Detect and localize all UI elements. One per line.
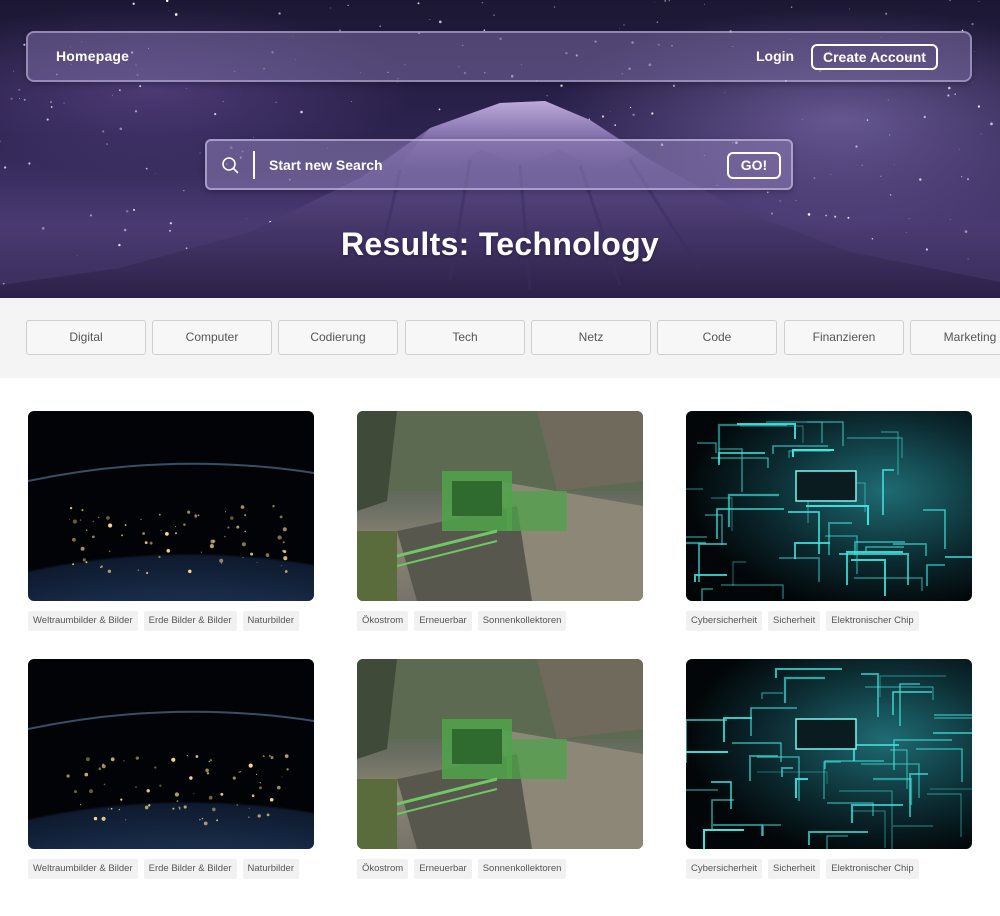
category-chip[interactable]: Netz [531,320,651,355]
tag[interactable]: Naturbilder [242,611,299,631]
tag[interactable]: Erde Bilder & Bilder [143,611,237,631]
category-chip[interactable]: Marketing [910,320,1000,355]
create-account-button[interactable]: Create Account [811,44,938,70]
tag[interactable]: Erneuerbar [414,859,472,879]
category-filter-bar: Digital Computer Codierung Tech Netz Cod… [0,298,1000,378]
earth-night-image[interactable] [28,659,314,849]
tag[interactable]: Sicherheit [768,611,821,631]
top-navbar: Homepage Login Create Account [26,31,972,82]
circuit-board-image[interactable] [686,411,972,601]
tag-list: Weltraumbilder & Bilder Erde Bilder & Bil… [28,610,305,631]
tag[interactable]: Weltraumbilder & Bilder [28,611,138,631]
tag[interactable]: Cybersicherheit [686,859,762,879]
search-input[interactable]: Start new Search [269,157,383,173]
tag[interactable]: Weltraumbilder & Bilder [28,859,138,879]
tag-list: Weltraumbilder & Bilder Erde Bilder & Bil… [28,858,305,879]
tag[interactable]: Erneuerbar [414,611,472,631]
tag[interactable]: Erde Bilder & Bilder [143,859,237,879]
search-bar[interactable]: Start new Search GO! [205,139,793,190]
tag[interactable]: Ökostrom [357,611,409,631]
tag[interactable]: Elektronischer Chip [826,611,919,631]
tag[interactable]: Sonnenkollektoren [477,611,567,631]
tag-list: Ökostrom Erneuerbar Sonnenkollektoren [357,610,572,631]
go-button[interactable]: GO! [727,152,781,179]
category-chip[interactable]: Computer [152,320,272,355]
category-chip[interactable]: Finanzieren [784,320,904,355]
page-title: Results: Technology [340,226,660,262]
earth-night-image[interactable] [28,411,314,601]
category-chip[interactable]: Codierung [278,320,398,355]
tag[interactable]: Sonnenkollektoren [477,859,567,879]
tag-list: Ökostrom Erneuerbar Sonnenkollektoren [357,858,572,879]
dam-machinery-image[interactable] [357,411,643,601]
search-icon[interactable] [221,156,239,174]
dam-machinery-image[interactable] [357,659,643,849]
tag-list: Cybersicherheit Sicherheit Elektronischer … [686,610,925,631]
homepage-link[interactable]: Homepage [56,48,129,64]
tag[interactable]: Naturbilder [242,859,299,879]
login-link[interactable]: Login [756,48,794,64]
search-divider [253,151,255,179]
category-chip[interactable]: Code [657,320,777,355]
circuit-board-image[interactable] [686,659,972,849]
tag[interactable]: Ökostrom [357,859,409,879]
tag-list: Cybersicherheit Sicherheit Elektronischer … [686,858,925,879]
tag[interactable]: Elektronischer Chip [826,859,919,879]
hero-banner: Homepage Login Create Account Start new … [0,0,1000,298]
tag[interactable]: Cybersicherheit [686,611,762,631]
category-chip[interactable]: Tech [405,320,525,355]
category-chip[interactable]: Digital [26,320,146,355]
tag[interactable]: Sicherheit [768,859,821,879]
